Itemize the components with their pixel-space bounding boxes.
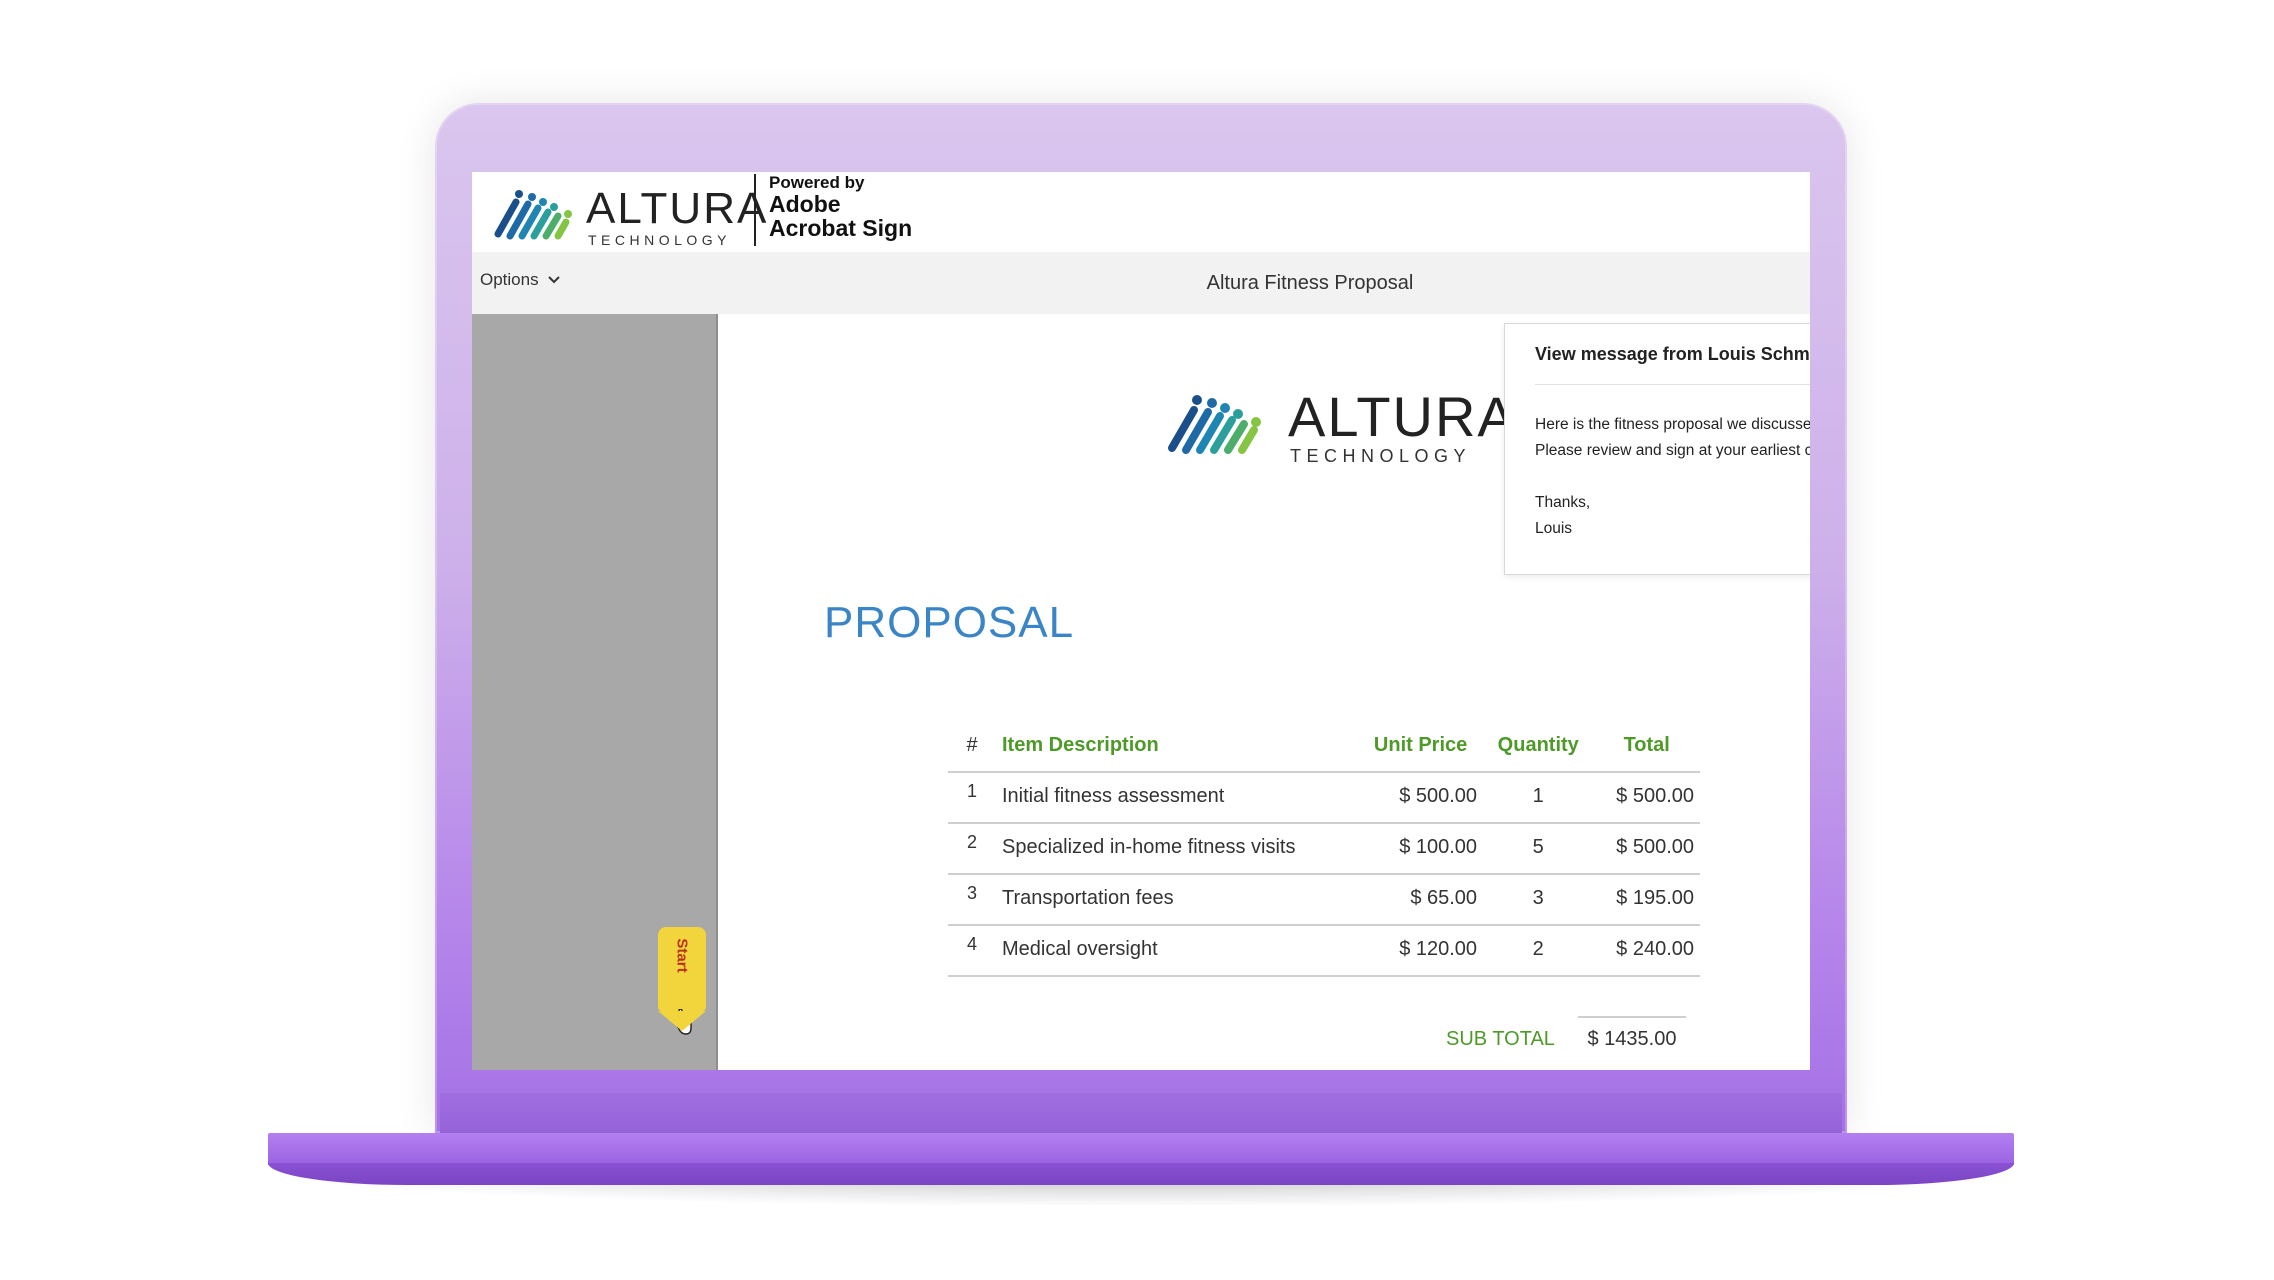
adobe-label: Adobe [769, 190, 841, 217]
brand-name: ALTURA [586, 184, 769, 233]
column-header-total: Total [1593, 724, 1700, 773]
start-button[interactable]: Start [658, 927, 706, 1035]
acrobat-sign-label: Acrobat Sign [769, 214, 913, 241]
altura-logo: ALTURA TECHNOLOGY [494, 180, 766, 249]
row-quantity: 5 [1483, 823, 1594, 875]
row-unit-price: $ 65.00 [1358, 874, 1484, 926]
column-header-num: # [948, 724, 996, 773]
laptop-base [268, 1133, 2014, 1165]
subtotal-label: SUB TOTAL [1446, 1028, 1555, 1050]
row-number: 4 [948, 925, 996, 977]
row-number: 2 [948, 823, 996, 875]
start-label: Start [673, 938, 691, 973]
column-header-unit-price: Unit Price [1358, 724, 1484, 773]
row-unit-price: $ 500.00 [1358, 772, 1484, 824]
powered-by-adobe: Powered by Adobe Acrobat Sign [769, 174, 912, 240]
message-body: Here is the fitness proposal we discusse… [1535, 412, 1810, 542]
proposal-heading: PROPOSAL [824, 598, 1075, 647]
table-row: 4 Medical oversight $ 120.00 2 $ 240.00 [948, 925, 1700, 977]
brand-header: ALTURA TECHNOLOGY Powered by Adobe Acrob… [472, 172, 1810, 253]
hand-pointer-icon [674, 1009, 692, 1035]
table-header-row: # Item Description Unit Price Quantity T… [948, 724, 1700, 773]
subtotal-value: $ 1435.00 [1578, 1016, 1686, 1051]
row-total: $ 195.00 [1593, 874, 1700, 926]
laptop-hinge [440, 1093, 1842, 1133]
document-brand-name: ALTURA [1288, 385, 1517, 448]
powered-by-label: Powered by [769, 173, 865, 192]
document-title: Altura Fitness Proposal [1206, 272, 1414, 294]
message-divider [1535, 384, 1810, 385]
row-description: Specialized in-home fitness visits [996, 823, 1359, 875]
message-closing: Thanks, [1535, 494, 1591, 511]
row-description: Medical oversight [996, 925, 1359, 977]
laptop-base-lip [268, 1163, 2014, 1185]
row-total: $ 500.00 [1593, 823, 1700, 875]
items-table: # Item Description Unit Price Quantity T… [948, 724, 1700, 977]
row-number: 1 [948, 772, 996, 824]
row-unit-price: $ 100.00 [1358, 823, 1484, 875]
document-altura-logo: ALTURA TECHNOLOGY [1166, 382, 1515, 467]
brand-divider [754, 174, 756, 246]
row-unit-price: $ 120.00 [1358, 925, 1484, 977]
document-brand-tagline: TECHNOLOGY [1290, 446, 1472, 466]
column-header-description: Item Description [996, 724, 1359, 773]
message-line-2: Please review and sign at your earliest … [1535, 442, 1810, 459]
row-quantity: 3 [1483, 874, 1594, 926]
message-title[interactable]: View message from Louis Schmidt [1535, 344, 1810, 365]
table-row: 1 Initial fitness assessment $ 500.00 1 … [948, 772, 1700, 824]
brand-tagline: TECHNOLOGY [588, 232, 732, 248]
row-quantity: 2 [1483, 925, 1594, 977]
options-bar: Options Altura Fitness Proposal [472, 252, 1810, 315]
table-row: 2 Specialized in-home fitness visits $ 1… [948, 823, 1700, 875]
app-screen: ALTURA TECHNOLOGY Powered by Adobe Acrob… [472, 172, 1810, 1070]
row-description: Initial fitness assessment [996, 772, 1359, 824]
sender-message-panel[interactable]: View message from Louis Schmidt Here is … [1504, 323, 1810, 575]
message-line-1: Here is the fitness proposal we discusse… [1535, 416, 1810, 433]
column-header-quantity: Quantity [1483, 724, 1594, 773]
row-number: 3 [948, 874, 996, 926]
row-description: Transportation fees [996, 874, 1359, 926]
message-signature: Louis [1535, 520, 1573, 537]
row-quantity: 1 [1483, 772, 1594, 824]
left-sidebar: Start [472, 314, 718, 1070]
table-row: 3 Transportation fees $ 65.00 3 $ 195.00 [948, 874, 1700, 926]
row-total: $ 240.00 [1593, 925, 1700, 977]
row-total: $ 500.00 [1593, 772, 1700, 824]
